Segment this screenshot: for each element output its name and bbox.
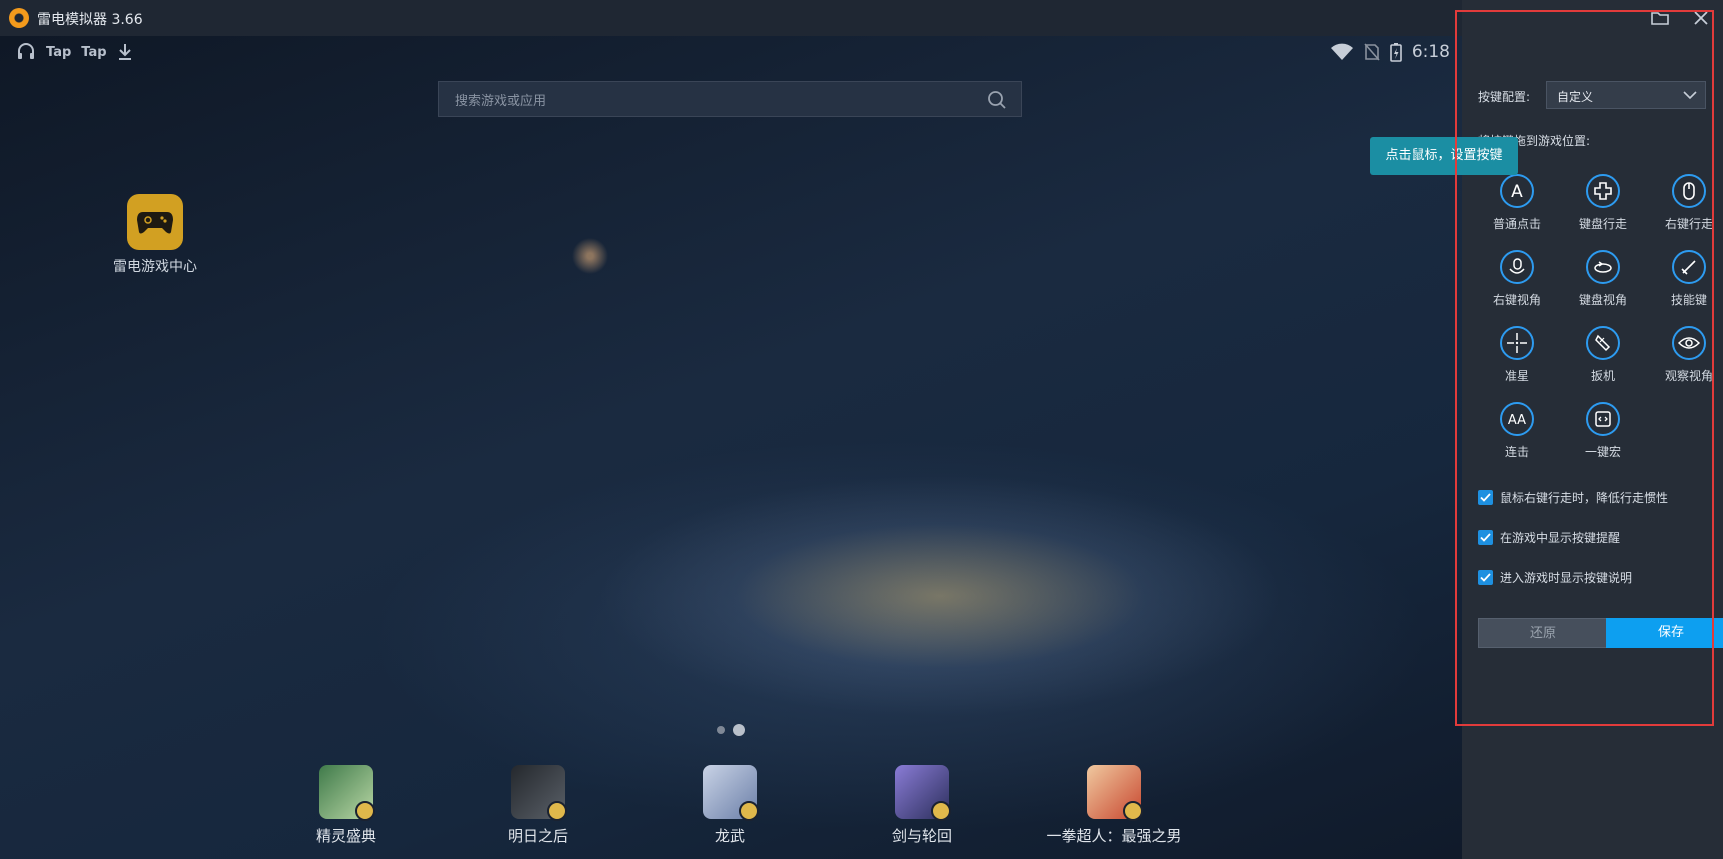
badge-icon — [931, 801, 951, 821]
app-dock: 精灵盛典 明日之后 龙武 剑与轮回 一拳超人：最强之男 — [0, 765, 1462, 859]
option-label: 鼠标右键行走时，降低行走惯性 — [1500, 491, 1669, 505]
tool-label: 键盘行走 — [1578, 217, 1627, 231]
dock-app-2[interactable]: 明日之后 — [448, 765, 628, 846]
tap-label-2: Tap — [81, 44, 107, 60]
badge-icon — [739, 801, 759, 821]
status-bar-right: 6:18 — [1330, 42, 1450, 62]
app-label: 雷电游戏中心 — [113, 259, 197, 275]
checkbox-checked-icon[interactable] — [1478, 490, 1493, 505]
eye-icon — [1672, 326, 1706, 360]
tool-macro[interactable]: 一键宏 — [1560, 402, 1646, 460]
tool-trigger[interactable]: 扳机 — [1560, 326, 1646, 384]
badge-icon — [355, 801, 375, 821]
app-logo-icon — [9, 8, 29, 28]
tool-tap[interactable]: A 普通点击 — [1474, 174, 1560, 232]
rotate-view-icon — [1586, 250, 1620, 284]
search-input[interactable] — [453, 90, 977, 112]
download-icon — [118, 44, 131, 60]
option-show-key-hints[interactable]: 在游戏中显示按键提醒 — [1478, 529, 1620, 546]
tool-label: 右键视角 — [1492, 293, 1541, 307]
save-button[interactable]: 保存 — [1606, 618, 1723, 648]
checkbox-checked-icon[interactable] — [1478, 570, 1493, 585]
dock-app-label: 明日之后 — [507, 827, 568, 845]
svg-text:AA: AA — [1508, 413, 1526, 428]
game-icon — [511, 765, 567, 821]
tool-combo[interactable]: AA 连击 — [1474, 402, 1560, 460]
tool-rightclick-view[interactable]: 右键视角 — [1474, 250, 1560, 308]
svg-text:A: A — [1511, 182, 1523, 201]
letter-a-icon: A — [1500, 174, 1534, 208]
reset-button[interactable]: 还原 — [1478, 618, 1608, 648]
tool-crosshair[interactable]: 准星 — [1474, 326, 1560, 384]
status-bar-left: Tap Tap — [16, 42, 133, 62]
tap-label-1: Tap — [46, 44, 72, 60]
tool-keyboard-walk[interactable]: 键盘行走 — [1560, 174, 1646, 232]
game-icon — [319, 765, 375, 821]
crosshair-icon — [1500, 326, 1534, 360]
dock-app-label: 精灵盛典 — [315, 827, 376, 845]
tool-label: 技能键 — [1670, 293, 1707, 307]
tool-label: 观察视角 — [1664, 369, 1713, 383]
dock-app-5[interactable]: 一拳超人：最强之男 — [1024, 765, 1204, 846]
tool-observe-view[interactable]: 观察视角 — [1646, 326, 1723, 384]
tool-label: 普通点击 — [1492, 217, 1541, 231]
dock-app-label: 剑与轮回 — [891, 827, 952, 845]
badge-icon — [547, 801, 567, 821]
page-indicator — [713, 719, 749, 738]
tool-label: 准星 — [1504, 369, 1529, 383]
tool-label: 扳机 — [1590, 369, 1615, 383]
config-select[interactable]: 自定义 — [1546, 81, 1706, 109]
game-icon — [703, 765, 759, 821]
close-icon[interactable] — [1693, 10, 1709, 26]
wifi-icon — [1330, 43, 1353, 60]
gamepad-icon — [127, 194, 183, 250]
chevron-down-icon — [1683, 91, 1697, 100]
panel-toolbar — [1651, 10, 1709, 26]
window-title: 雷电模拟器 3.66 — [37, 12, 143, 28]
tool-rightclick-walk[interactable]: 右键行走 — [1646, 174, 1723, 232]
game-icon — [1087, 765, 1143, 821]
page-dot[interactable] — [717, 726, 725, 734]
badge-icon — [1123, 801, 1143, 821]
emulator-screen: Tap Tap 6:18 搜索游戏或应用 雷电游戏中心 精灵盛典 明日之后 龙武… — [0, 36, 1462, 859]
tool-skill-key[interactable]: 技能键 — [1646, 250, 1723, 308]
no-sim-icon — [1364, 43, 1380, 61]
hint-tooltip: 点击鼠标，设置按键 — [1370, 137, 1518, 175]
option-label: 在游戏中显示按键提醒 — [1500, 531, 1621, 545]
tool-label: 键盘视角 — [1578, 293, 1627, 307]
folder-icon[interactable] — [1651, 10, 1669, 26]
option-label: 进入游戏时显示按键说明 — [1500, 571, 1633, 585]
dock-app-label: 龙武 — [714, 827, 745, 845]
trigger-icon — [1586, 326, 1620, 360]
dock-app-4[interactable]: 剑与轮回 — [832, 765, 1012, 846]
title-bar: 雷电模拟器 3.66 — [0, 0, 1462, 36]
tool-label: 右键行走 — [1664, 217, 1713, 231]
config-select-value: 自定义 — [1557, 90, 1594, 104]
option-show-key-guide[interactable]: 进入游戏时显示按键说明 — [1478, 569, 1632, 586]
sword-icon — [1672, 250, 1706, 284]
double-a-icon: AA — [1500, 402, 1534, 436]
dock-app-3[interactable]: 龙武 — [640, 765, 820, 846]
tool-label: 一键宏 — [1584, 445, 1621, 459]
dpad-icon — [1586, 174, 1620, 208]
app-game-center[interactable]: 雷电游戏中心 — [100, 194, 210, 276]
page-dot-active[interactable] — [733, 723, 745, 736]
dock-app-label: 一拳超人：最强之男 — [1046, 827, 1182, 845]
tool-keyboard-view[interactable]: 键盘视角 — [1560, 250, 1646, 308]
checkbox-checked-icon[interactable] — [1478, 530, 1493, 545]
search-bar[interactable] — [438, 81, 1022, 117]
headset-icon — [18, 43, 34, 59]
battery-charging-icon — [1390, 43, 1402, 62]
mouse-rotate-icon — [1500, 250, 1534, 284]
clock: 6:18 — [1411, 42, 1450, 62]
mouse-icon — [1672, 174, 1706, 208]
game-icon — [895, 765, 951, 821]
dock-app-1[interactable]: 精灵盛典 — [256, 765, 436, 846]
search-icon[interactable] — [987, 90, 1007, 110]
config-label: 按键配置: — [1478, 90, 1531, 104]
option-reduce-inertia[interactable]: 鼠标右键行走时，降低行走惯性 — [1478, 489, 1668, 506]
macro-icon — [1586, 402, 1620, 436]
tool-label: 连击 — [1504, 445, 1529, 459]
